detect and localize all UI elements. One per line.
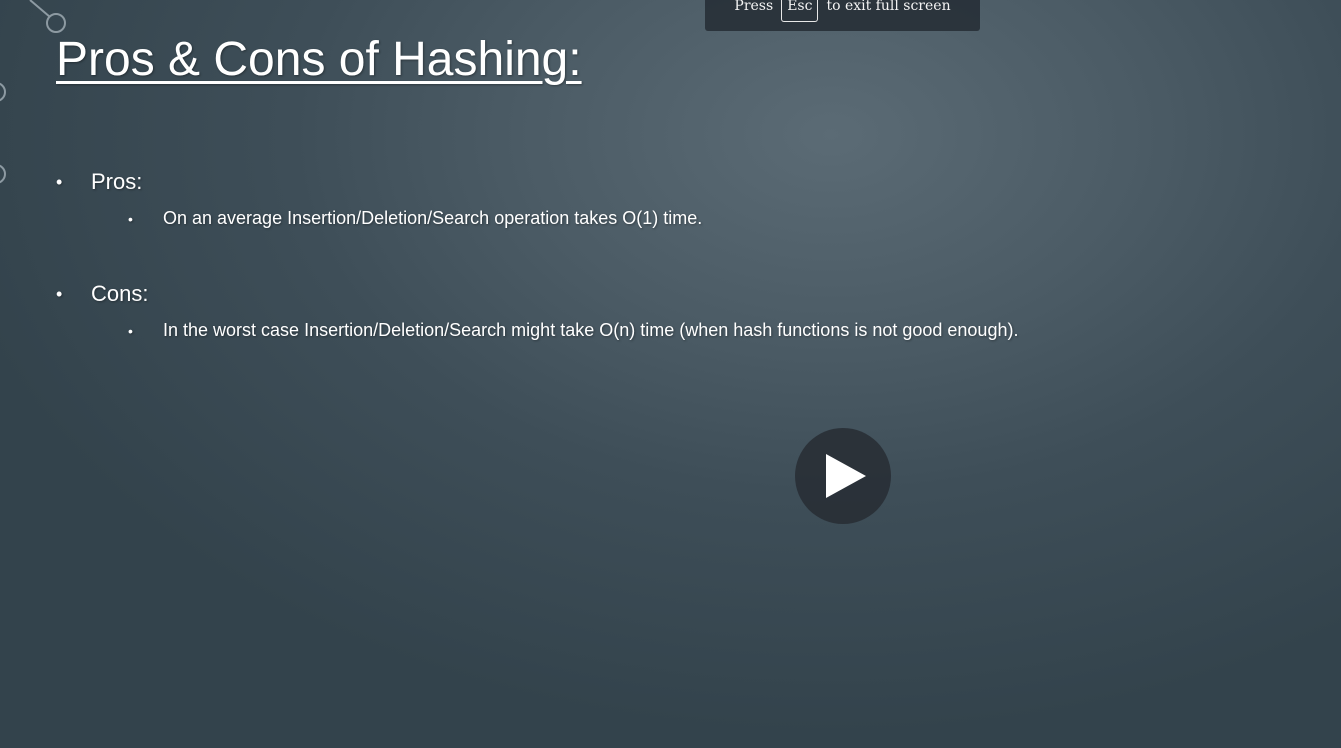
notice-prefix: Press <box>734 0 774 14</box>
bullet-dot: • <box>56 283 63 304</box>
pros-item-text: On an average Insertion/Deletion/Search … <box>163 208 703 228</box>
notice-suffix: to exit full screen <box>826 0 951 14</box>
bullet-dot: • <box>56 171 63 192</box>
bullet-cons-item: • In the worst case Insertion/Deletion/S… <box>128 320 1018 341</box>
slide-stage: Pros & Cons of Hashing: • Pros: • On an … <box>0 0 1341 748</box>
bullet-cons: • Cons: <box>56 281 148 307</box>
cons-heading: Cons: <box>91 281 149 306</box>
bullet-pros: • Pros: <box>56 169 142 195</box>
bullet-pros-item: • On an average Insertion/Deletion/Searc… <box>128 208 702 229</box>
play-button[interactable] <box>795 428 891 524</box>
play-icon <box>826 454 866 498</box>
esc-key-badge: Esc <box>781 0 819 22</box>
bullet-dot: • <box>128 210 133 227</box>
cons-item-text: In the worst case Insertion/Deletion/Sea… <box>163 320 1019 340</box>
bullet-dot: • <box>128 322 133 339</box>
pros-heading: Pros: <box>91 169 143 194</box>
fullscreen-notice: Press Esc to exit full screen <box>705 0 980 31</box>
slide-title: Pros & Cons of Hashing: <box>56 33 582 86</box>
